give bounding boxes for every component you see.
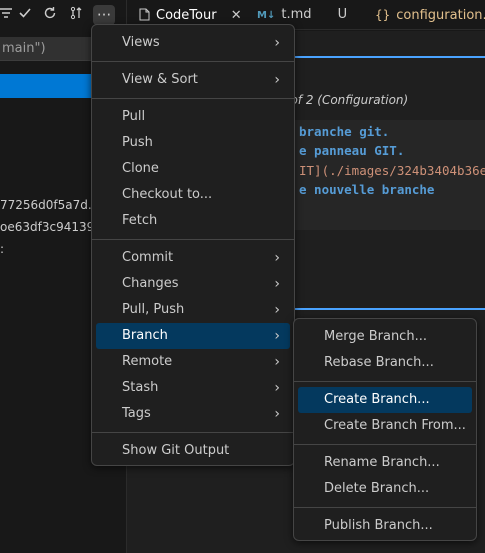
menu-item-changes[interactable]: Changes ›: [96, 271, 290, 297]
more-icon: ···: [96, 6, 112, 24]
menu-item-branch[interactable]: Branch ›: [96, 323, 290, 349]
commit-button[interactable]: [0, 74, 92, 98]
menu-item-commit[interactable]: Commit ›: [96, 245, 290, 271]
commit-hash: :: [0, 242, 5, 256]
menu-item-checkout[interactable]: Checkout to...: [96, 182, 290, 208]
chevron-right-icon: ›: [274, 406, 280, 422]
menu-item-create-branch[interactable]: Create Branch...: [298, 387, 472, 413]
menu-item-pull-push[interactable]: Pull, Push ›: [96, 297, 290, 323]
chevron-right-icon: ›: [274, 302, 280, 318]
check-icon[interactable]: [15, 5, 35, 25]
menu-item-publish-branch[interactable]: Publish Branch...: [298, 513, 472, 539]
chevron-right-icon: ›: [274, 380, 280, 396]
commit-hash: 77256d0f5a7d...: [0, 198, 92, 212]
menu-item-push[interactable]: Push: [96, 130, 290, 156]
chevron-right-icon: ›: [274, 328, 280, 344]
commit-hash: e63df3c94139...: [7, 220, 92, 234]
chevron-right-icon: ›: [274, 250, 280, 266]
code-line: e panneau GIT.: [299, 143, 405, 158]
menu-separator: [92, 432, 294, 433]
menu-separator: [294, 507, 476, 508]
chevron-right-icon: ›: [274, 276, 280, 292]
tour-step-label: 2 of 2 (Configuration): [279, 93, 409, 107]
code-line: branche git.: [299, 124, 390, 139]
filter-icon[interactable]: [0, 5, 16, 25]
menu-item-pull[interactable]: Pull: [96, 104, 290, 130]
menu-item-create-branch-from[interactable]: Create Branch From...: [298, 413, 472, 439]
list-item[interactable]: oe63df3c94139...: [0, 217, 92, 237]
commit-message-value: main"): [2, 41, 46, 56]
branch-compare-icon[interactable]: [66, 5, 86, 25]
menu-item-views[interactable]: Views ›: [96, 30, 290, 56]
menu-separator: [294, 444, 476, 445]
branch-submenu: Merge Branch... Rebase Branch... Create …: [293, 318, 477, 541]
close-icon[interactable]: ✕: [231, 8, 242, 23]
chevron-right-icon: ›: [274, 72, 280, 88]
menu-separator: [92, 98, 294, 99]
code-line: IT](./images/324b3404b36e: [299, 163, 485, 178]
chevron-right-icon: ›: [274, 354, 280, 370]
menu-item-merge-branch[interactable]: Merge Branch...: [298, 324, 472, 350]
menu-item-remote[interactable]: Remote ›: [96, 349, 290, 375]
menu-item-view-sort[interactable]: View & Sort ›: [96, 67, 290, 93]
more-actions-button[interactable]: ···: [93, 5, 115, 25]
menu-item-show-git-output[interactable]: Show Git Output: [96, 438, 290, 464]
chevron-right-icon: ›: [274, 35, 280, 51]
menu-item-stash[interactable]: Stash ›: [96, 375, 290, 401]
menu-item-fetch[interactable]: Fetch: [96, 208, 290, 234]
tab-label: configuration.ts: [396, 8, 485, 23]
menu-separator: [92, 239, 294, 240]
menu-item-rebase-branch[interactable]: Rebase Branch...: [298, 350, 472, 376]
menu-separator: [92, 61, 294, 62]
refresh-icon[interactable]: [40, 5, 60, 25]
tab-label: CodeTour: [156, 8, 217, 23]
untracked-badge: U: [337, 7, 348, 22]
menu-item-tags[interactable]: Tags ›: [96, 401, 290, 427]
list-item[interactable]: :: [0, 239, 92, 259]
menu-item-rename-branch[interactable]: Rename Branch...: [298, 450, 472, 476]
menu-separator: [294, 381, 476, 382]
tab-label: t.md: [281, 7, 312, 22]
menu-item-delete-branch[interactable]: Delete Branch...: [298, 476, 472, 502]
code-line: e nouvelle branche: [299, 182, 435, 197]
menu-item-clone[interactable]: Clone: [96, 156, 290, 182]
braces-icon: {}: [375, 8, 391, 22]
tab-configuration[interactable]: {} configuration.ts: [375, 0, 485, 30]
list-item[interactable]: 77256d0f5a7d...: [0, 195, 92, 215]
more-actions-menu: Views › View & Sort › Pull Push Clone Chec…: [91, 24, 295, 466]
